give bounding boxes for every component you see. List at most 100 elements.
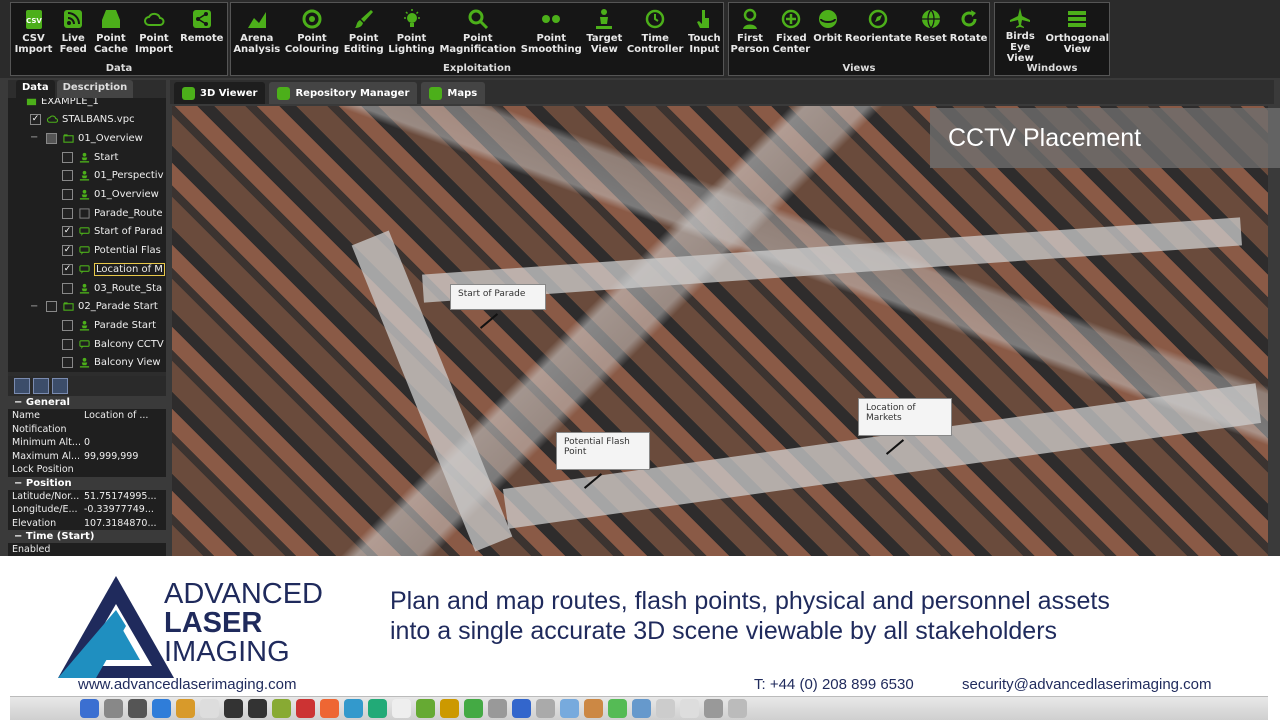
arena-analysis-button[interactable]: Arena Analysis: [233, 3, 280, 61]
collapse-icon[interactable]: −: [30, 133, 38, 143]
dock-app-icon[interactable]: [704, 699, 723, 718]
tree-checkbox[interactable]: [62, 357, 73, 369]
tree-checkbox[interactable]: [62, 207, 73, 219]
tree-item[interactable]: ✓ Location of M: [62, 260, 165, 278]
live-feed-button[interactable]: Live Feed: [60, 3, 87, 61]
collapse-icon[interactable]: −: [30, 301, 38, 311]
orbit-button[interactable]: Orbit: [813, 3, 842, 61]
time-controller-button[interactable]: Time Controller: [627, 3, 683, 61]
fixed-center-button[interactable]: Fixed Center: [772, 3, 810, 61]
tab-data[interactable]: Data: [16, 80, 55, 98]
point-lighting-button[interactable]: Point Lighting: [388, 3, 435, 61]
tree-item[interactable]: 01_Overview: [62, 186, 159, 204]
tree-checkbox[interactable]: [62, 189, 73, 200]
dock-app-icon[interactable]: [656, 699, 675, 718]
reorientate-button[interactable]: Reorientate: [845, 3, 912, 61]
birds-eye-view-button[interactable]: Birds Eye View: [995, 3, 1045, 64]
property-row[interactable]: Minimum Alt... 0: [8, 436, 166, 450]
dock-app-icon[interactable]: [272, 699, 291, 718]
csv-import-button[interactable]: CSV CSV Import: [15, 3, 52, 61]
tree-item[interactable]: − 01_Overview: [30, 129, 143, 147]
first-person-button[interactable]: First Person: [731, 3, 769, 61]
tree-checkbox[interactable]: [62, 151, 73, 163]
tree-item[interactable]: Start: [62, 148, 118, 166]
tab-description[interactable]: Description: [56, 80, 134, 98]
dock-app-icon[interactable]: [680, 699, 699, 718]
dock-app-icon[interactable]: [128, 699, 147, 718]
tree-item[interactable]: 01_Perspectiv: [62, 167, 164, 185]
target-view-button[interactable]: Target View: [586, 3, 622, 61]
property-row[interactable]: Name Location of ...: [8, 409, 166, 423]
tab-repository-manager[interactable]: Repository Manager: [269, 82, 418, 104]
dock-app-icon[interactable]: [344, 699, 363, 718]
property-row[interactable]: Maximum Al... 99,999,999: [8, 450, 166, 464]
dock-app-icon[interactable]: [728, 699, 747, 718]
tree-item[interactable]: 03_Route_Sta: [62, 279, 162, 297]
tree-checkbox[interactable]: [46, 132, 57, 144]
dock-app-icon[interactable]: [512, 699, 531, 718]
property-section-header[interactable]: − General: [8, 396, 166, 409]
callout-location-of-markets[interactable]: Location of Markets: [858, 398, 952, 436]
property-row[interactable]: Lock Position: [8, 463, 166, 477]
dock-app-icon[interactable]: [152, 699, 171, 718]
property-row[interactable]: Elevation 107.3184870...: [8, 517, 166, 531]
reset-button[interactable]: Reset: [915, 3, 947, 61]
rotate-button[interactable]: Rotate: [950, 3, 987, 61]
dock-app-icon[interactable]: [416, 699, 435, 718]
property-section-header[interactable]: − Time (Start): [8, 530, 166, 543]
tree-item[interactable]: ✓ STALBANS.vpc: [30, 111, 135, 129]
dock-app-icon[interactable]: [464, 699, 483, 718]
remote-button[interactable]: Remote: [180, 3, 223, 61]
dock-app-icon[interactable]: [248, 699, 267, 718]
property-row[interactable]: Enabled: [8, 543, 166, 556]
point-smoothing-button[interactable]: Point Smoothing: [521, 3, 582, 61]
tree-item[interactable]: Balcony CCTV: [62, 335, 164, 353]
dock-app-icon[interactable]: [440, 699, 459, 718]
dock-app-icon[interactable]: [296, 699, 315, 718]
tree-item[interactable]: EXAMPLE_1: [26, 98, 99, 110]
tab-maps[interactable]: Maps: [421, 82, 486, 104]
tree-checkbox[interactable]: ✓: [62, 245, 73, 257]
tree-checkbox[interactable]: [62, 170, 73, 182]
touch-input-button[interactable]: Touch Input: [688, 3, 721, 61]
dock-app-icon[interactable]: [488, 699, 507, 718]
dock-app-icon[interactable]: [176, 699, 195, 718]
category-view-icon[interactable]: [33, 378, 49, 394]
dock-app-icon[interactable]: [632, 699, 651, 718]
property-row[interactable]: Latitude/Nor... 51.75174995...: [8, 490, 166, 504]
list-view-icon[interactable]: [52, 378, 68, 394]
dock-app-icon[interactable]: [536, 699, 555, 718]
tree-checkbox[interactable]: [62, 338, 73, 350]
tab-3d-viewer[interactable]: 3D Viewer: [174, 82, 266, 104]
dock-app-icon[interactable]: [392, 699, 411, 718]
point-import-button[interactable]: Point Import: [135, 3, 173, 61]
3d-viewport[interactable]: Start of Parade Potential Flash Point Lo…: [172, 106, 1268, 556]
dock-app-icon[interactable]: [560, 699, 579, 718]
dock-app-icon[interactable]: [368, 699, 387, 718]
point-cache-button[interactable]: Point Cache: [94, 3, 128, 61]
dock-app-icon[interactable]: [320, 699, 339, 718]
dock-app-icon[interactable]: [200, 699, 219, 718]
tree-item[interactable]: Parade Start: [62, 316, 156, 334]
point-magnification-button[interactable]: Point Magnification: [439, 3, 516, 61]
point-editing-button[interactable]: Point Editing: [344, 3, 384, 61]
callout-potential-flash-point[interactable]: Potential Flash Point: [556, 432, 650, 470]
tree-item[interactable]: Parade_Route: [62, 204, 162, 222]
dock-app-icon[interactable]: [608, 699, 627, 718]
tree-checkbox[interactable]: ✓: [62, 226, 73, 238]
tree-checkbox[interactable]: ✓: [62, 263, 73, 275]
tree-checkbox[interactable]: ✓: [30, 114, 41, 126]
tree-item[interactable]: − 02_Parade Start: [30, 298, 158, 316]
orthogonal-view-button[interactable]: Orthogonal View: [1045, 3, 1109, 61]
point-colouring-button[interactable]: Point Colouring: [285, 3, 339, 61]
tree-checkbox[interactable]: [62, 319, 73, 331]
tree-checkbox[interactable]: [46, 301, 57, 313]
dock-app-icon[interactable]: [584, 699, 603, 718]
property-row[interactable]: Longitude/E... -0.33977749...: [8, 503, 166, 517]
dock-app-icon[interactable]: [224, 699, 243, 718]
dock-app-icon[interactable]: [104, 699, 123, 718]
dock-app-icon[interactable]: [80, 699, 99, 718]
tree-item[interactable]: ✓ Potential Flas: [62, 242, 161, 260]
sort-icon[interactable]: [14, 378, 30, 394]
tree-item[interactable]: Balcony View: [62, 354, 161, 372]
